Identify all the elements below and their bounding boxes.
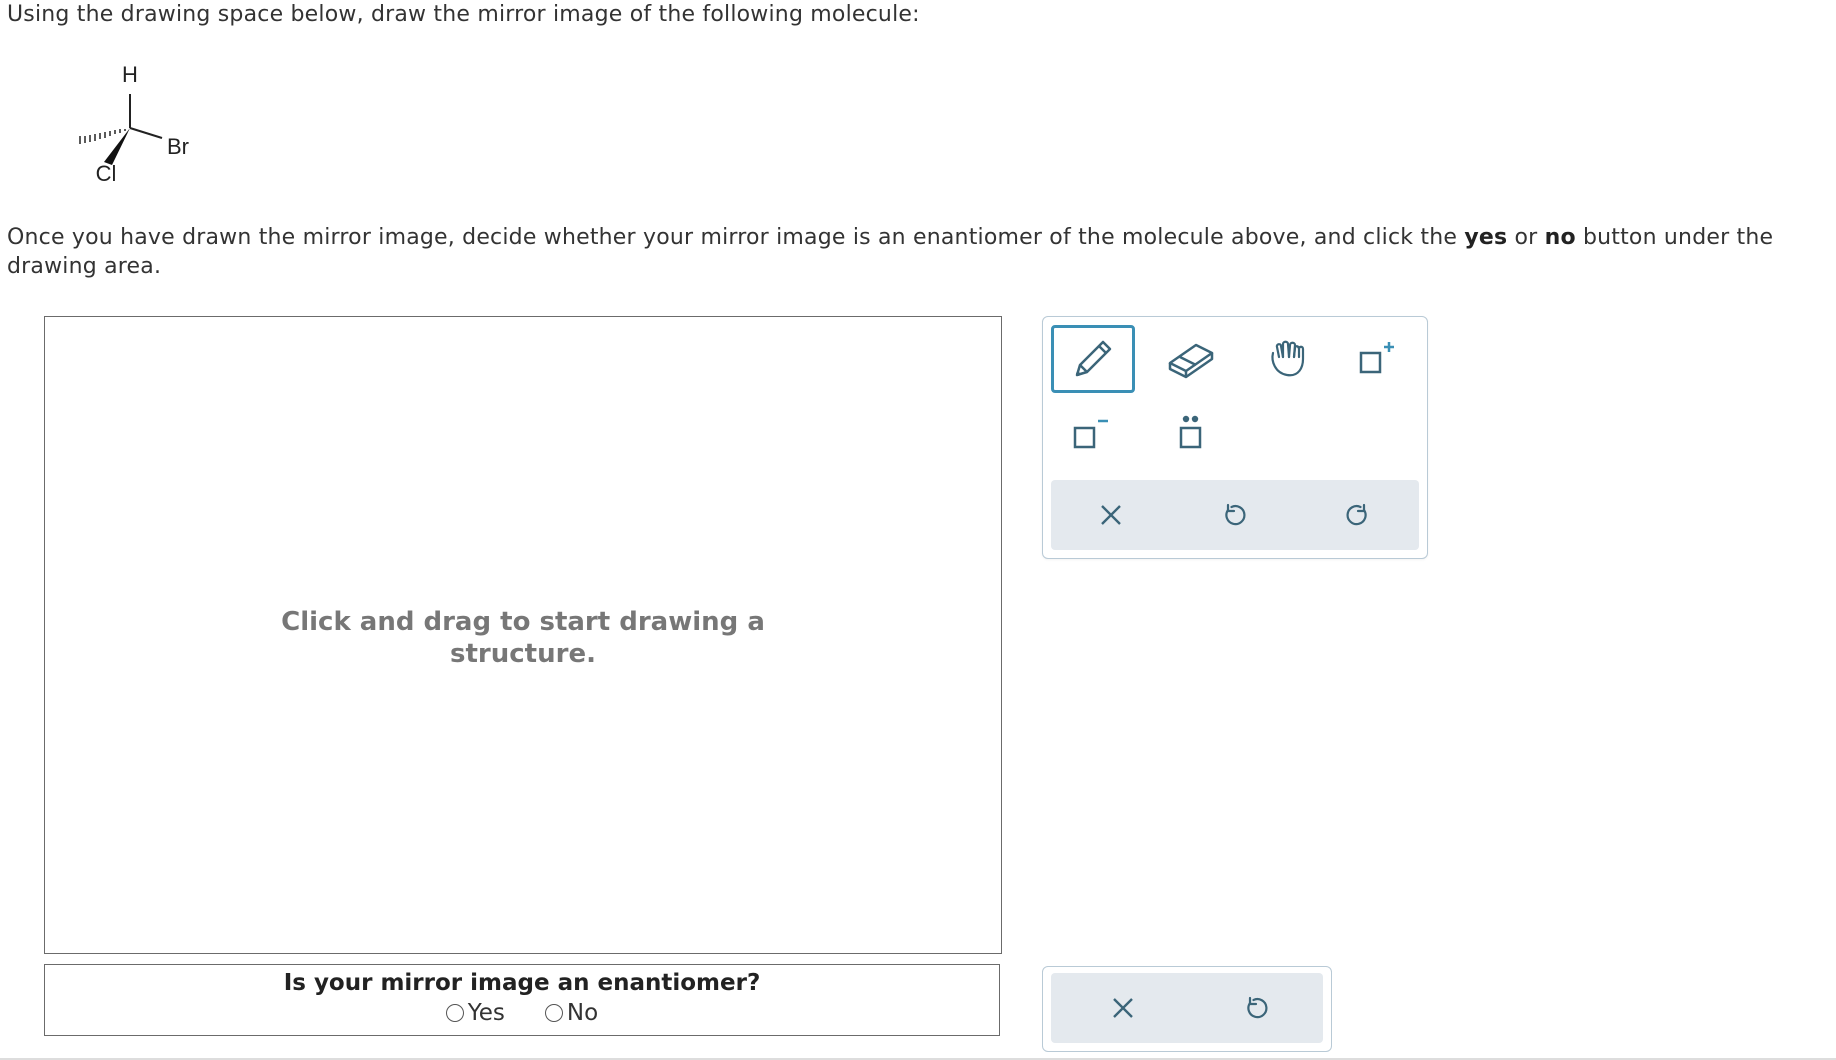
- add-lone-pair-button[interactable]: [1161, 407, 1221, 463]
- answer-undo-button[interactable]: [1227, 973, 1287, 1043]
- no-option[interactable]: No: [544, 1000, 599, 1026]
- redo-icon: [1346, 503, 1367, 526]
- followup-instructions: Once you have drawn the mirror image, de…: [7, 223, 1807, 281]
- answer-options: Yes No: [45, 1000, 999, 1026]
- add-positive-charge-button[interactable]: [1343, 325, 1407, 393]
- undo-button[interactable]: [1205, 480, 1265, 550]
- undo-icon: [1225, 503, 1246, 526]
- pencil-tool-button[interactable]: [1051, 325, 1135, 393]
- clear-icon: [1113, 998, 1133, 1018]
- yes-radio[interactable]: [445, 1004, 464, 1022]
- answer-clear-button[interactable]: [1093, 973, 1153, 1043]
- eraser-icon: [1168, 343, 1214, 379]
- followup-text-part1: Once you have drawn the mirror image, de…: [7, 225, 1465, 250]
- no-label: No: [566, 1000, 599, 1026]
- followup-yes-word: yes: [1464, 225, 1508, 250]
- hand-icon: [1271, 340, 1305, 377]
- clear-button[interactable]: [1081, 480, 1141, 550]
- atom-cl-label: Cl: [96, 161, 117, 186]
- undo-icon: [1247, 996, 1268, 1019]
- toolbar-action-bar: [1051, 480, 1419, 550]
- hand-tool-button[interactable]: [1255, 325, 1319, 393]
- pencil-icon: [1075, 340, 1112, 377]
- yes-label: Yes: [467, 1000, 505, 1026]
- bond-br: [129, 127, 163, 139]
- drawing-toolbar: [1042, 316, 1428, 559]
- canvas-placeholder: Click and drag to start drawing a struct…: [45, 606, 1001, 670]
- atom-br-label: Br: [167, 134, 189, 159]
- answer-toolbar: [1042, 966, 1332, 1052]
- hash-bond: [79, 129, 126, 144]
- add-negative-charge-button[interactable]: [1059, 407, 1119, 463]
- answer-action-bar: [1051, 973, 1323, 1043]
- answer-question: Is your mirror image an enantiomer?: [283, 970, 761, 996]
- redo-button[interactable]: [1327, 480, 1387, 550]
- followup-text-part2: or: [1507, 225, 1545, 250]
- followup-no-word: no: [1544, 225, 1576, 250]
- add-lone-pair-icon: [1179, 415, 1202, 449]
- add-negative-charge-icon: [1073, 419, 1108, 449]
- clear-icon: [1101, 505, 1121, 525]
- drawing-canvas[interactable]: Click and drag to start drawing a struct…: [44, 316, 1002, 954]
- canvas-placeholder-line1: Click and drag to start drawing a: [281, 607, 765, 637]
- eraser-tool-button[interactable]: [1159, 325, 1223, 393]
- canvas-placeholder-line2: structure.: [450, 639, 596, 669]
- atom-h-label: H: [122, 62, 138, 87]
- no-radio[interactable]: [544, 1004, 563, 1022]
- wedge-bond-cl: [104, 128, 130, 165]
- instruction-text: Using the drawing space below, draw the …: [7, 2, 920, 27]
- add-positive-charge-icon: [1359, 342, 1394, 374]
- answer-panel: Is your mirror image an enantiomer? Yes …: [44, 964, 1000, 1036]
- yes-option[interactable]: Yes: [445, 1000, 505, 1026]
- molecule-structure: H Br Cl: [79, 62, 189, 186]
